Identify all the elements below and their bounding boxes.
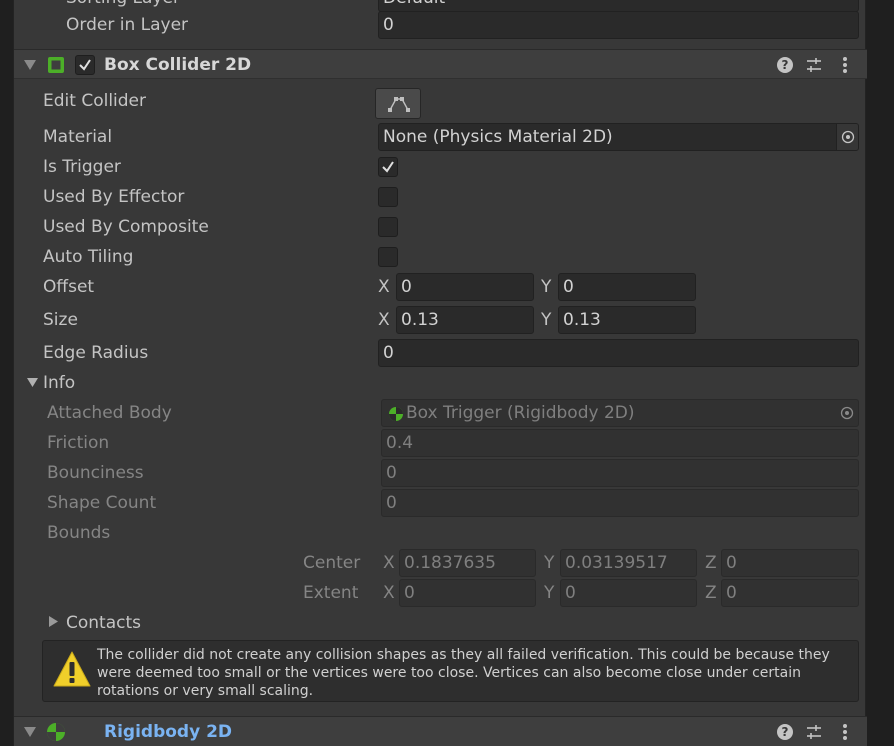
center-y-axis-label: Y [544, 553, 555, 573]
presets-icon[interactable] [806, 724, 822, 740]
box-collider-title: Box Collider 2D [104, 55, 252, 75]
contacts-foldout-label[interactable]: Contacts [66, 613, 141, 633]
size-x-field[interactable]: 0.13 [396, 306, 534, 334]
kebab-menu-icon[interactable] [842, 723, 848, 741]
order-in-layer-label: Order in Layer [66, 15, 189, 35]
help-button[interactable]: ? [774, 721, 796, 743]
shape-count-field: 0 [381, 489, 859, 517]
object-picker-icon [840, 406, 854, 420]
offset-label: Offset [43, 277, 95, 297]
rigidbody-2d-header[interactable]: Rigidbody 2D ? [14, 716, 867, 746]
is-trigger-checkbox[interactable] [378, 157, 398, 177]
used-by-composite-label: Used By Composite [43, 217, 209, 237]
center-label: Center [303, 553, 361, 573]
edge-radius-field[interactable]: 0 [378, 339, 859, 367]
rigidbody-2d-icon [47, 723, 65, 741]
auto-tiling-label: Auto Tiling [43, 247, 134, 267]
size-label: Size [43, 310, 78, 330]
material-value: None (Physics Material 2D) [383, 127, 613, 147]
checkmark-icon [382, 161, 394, 173]
warning-icon [53, 651, 91, 687]
extent-z-field: 0 [721, 579, 859, 607]
presets-icon[interactable] [806, 57, 822, 73]
box-collider-enabled-checkbox[interactable] [75, 55, 95, 75]
kebab-menu-icon[interactable] [842, 56, 848, 74]
foldout-expanded-icon[interactable] [24, 727, 36, 737]
collider-warning-helpbox: The collider did not create any collisio… [42, 640, 859, 702]
extent-x-field: 0 [399, 579, 536, 607]
material-label: Material [43, 127, 113, 147]
friction-field: 0.4 [381, 429, 859, 457]
center-x-axis-label: X [383, 553, 395, 573]
bounds-label: Bounds [47, 523, 111, 543]
box-collider-header[interactable]: Box Collider 2D ? [14, 49, 867, 79]
size-x-axis-label: X [378, 310, 390, 330]
rigidbody-2d-icon [389, 407, 403, 421]
edit-collider-icon [388, 97, 410, 112]
box-collider-2d-icon [48, 57, 64, 73]
size-y-field[interactable]: 0.13 [558, 306, 696, 334]
bounciness-field: 0 [381, 459, 859, 487]
attached-body-field: Box Trigger (Rigidbody 2D) [381, 399, 859, 427]
order-in-layer-field[interactable]: 0 [378, 11, 859, 39]
material-picker-button[interactable] [836, 124, 858, 150]
used-by-composite-checkbox[interactable] [378, 217, 398, 237]
used-by-effector-checkbox[interactable] [378, 187, 398, 207]
help-icon: ? [777, 724, 793, 740]
contacts-foldout-collapsed-icon[interactable] [49, 616, 58, 627]
friction-label: Friction [47, 433, 110, 453]
help-icon: ? [777, 57, 793, 73]
sorting-layer-label: Sorting Layer [66, 0, 180, 8]
center-z-axis-label: Z [705, 553, 717, 573]
warning-message: The collider did not create any collisio… [97, 647, 830, 699]
edge-radius-label: Edge Radius [43, 343, 149, 363]
info-foldout-expanded-icon[interactable] [27, 378, 38, 387]
foldout-expanded-icon[interactable] [24, 60, 36, 70]
center-x-field: 0.1837635 [399, 549, 536, 577]
checkmark-icon [79, 59, 91, 71]
extent-y-field: 0 [560, 579, 697, 607]
auto-tiling-checkbox[interactable] [378, 247, 398, 267]
shape-count-label: Shape Count [47, 493, 157, 513]
help-button[interactable]: ? [774, 54, 796, 76]
extent-y-axis-label: Y [544, 583, 555, 603]
extent-x-axis-label: X [383, 583, 395, 603]
offset-y-field[interactable]: 0 [558, 273, 696, 301]
rigidbody-2d-title: Rigidbody 2D [104, 722, 233, 742]
info-foldout-label[interactable]: Info [43, 373, 75, 393]
size-y-axis-label: Y [541, 310, 552, 330]
bounciness-label: Bounciness [47, 463, 144, 483]
is-trigger-label: Is Trigger [43, 157, 121, 177]
center-z-field: 0 [721, 549, 859, 577]
material-object-field[interactable]: None (Physics Material 2D) [378, 123, 859, 151]
offset-x-field[interactable]: 0 [396, 273, 534, 301]
attached-body-label: Attached Body [47, 403, 172, 423]
extent-label: Extent [303, 583, 359, 603]
used-by-effector-label: Used By Effector [43, 187, 185, 207]
edit-collider-button[interactable] [375, 88, 421, 119]
edit-collider-label: Edit Collider [43, 91, 147, 111]
offset-x-axis-label: X [378, 277, 390, 297]
inspector-panel: Sorting Layer Default Order in Layer 0 B… [13, 0, 867, 746]
attached-body-value: Box Trigger (Rigidbody 2D) [406, 403, 635, 423]
extent-z-axis-label: Z [705, 583, 717, 603]
center-y-field: 0.03139517 [560, 549, 697, 577]
offset-y-axis-label: Y [541, 277, 552, 297]
object-picker-icon [841, 130, 855, 144]
